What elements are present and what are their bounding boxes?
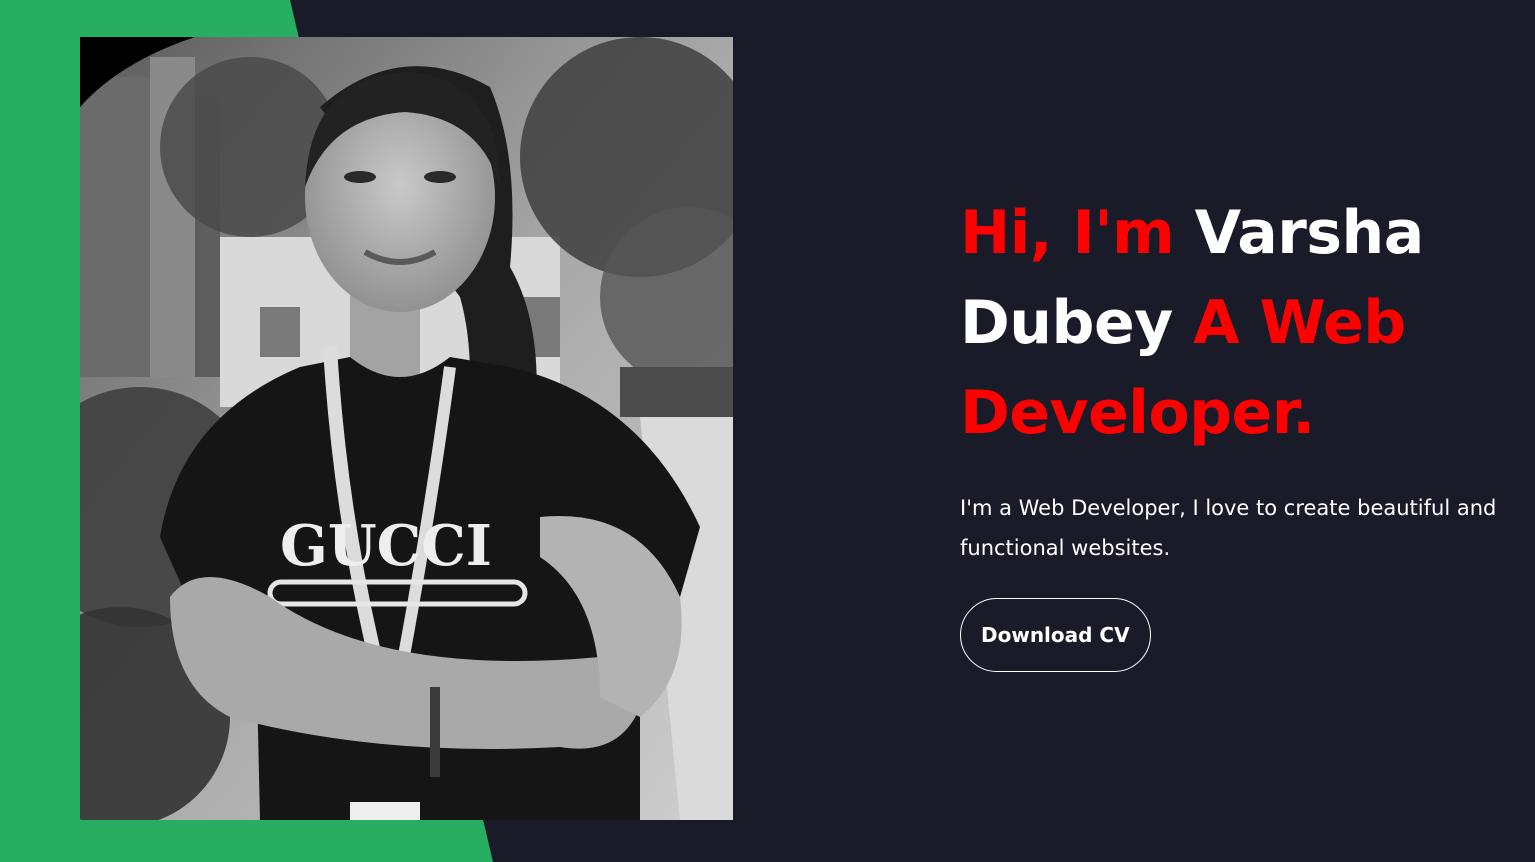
hero-headline: Hi, I'm Varsha Dubey A Web Developer. [960, 188, 1520, 458]
name-first-text: Varsha [1194, 198, 1425, 268]
profile-photo-illustration: GUCCI [80, 37, 733, 820]
role-suffix-text: Developer. [960, 378, 1315, 448]
download-cv-button[interactable]: Download CV [960, 598, 1151, 672]
name-last-text: Dubey [960, 288, 1173, 358]
intro-text-block: Hi, I'm Varsha Dubey A Web Developer. I'… [960, 188, 1520, 672]
role-prefix-text: A Web [1193, 288, 1406, 358]
hero-section: GUCCI Hi, I'm Varsha Dubey A Web Develop… [0, 0, 1535, 862]
profile-photo: GUCCI [80, 37, 733, 820]
shirt-print-text: GUCCI [280, 513, 492, 579]
greeting-text: Hi, I'm [960, 198, 1175, 268]
hero-description: I'm a Web Developer, I love to create be… [960, 496, 1497, 560]
